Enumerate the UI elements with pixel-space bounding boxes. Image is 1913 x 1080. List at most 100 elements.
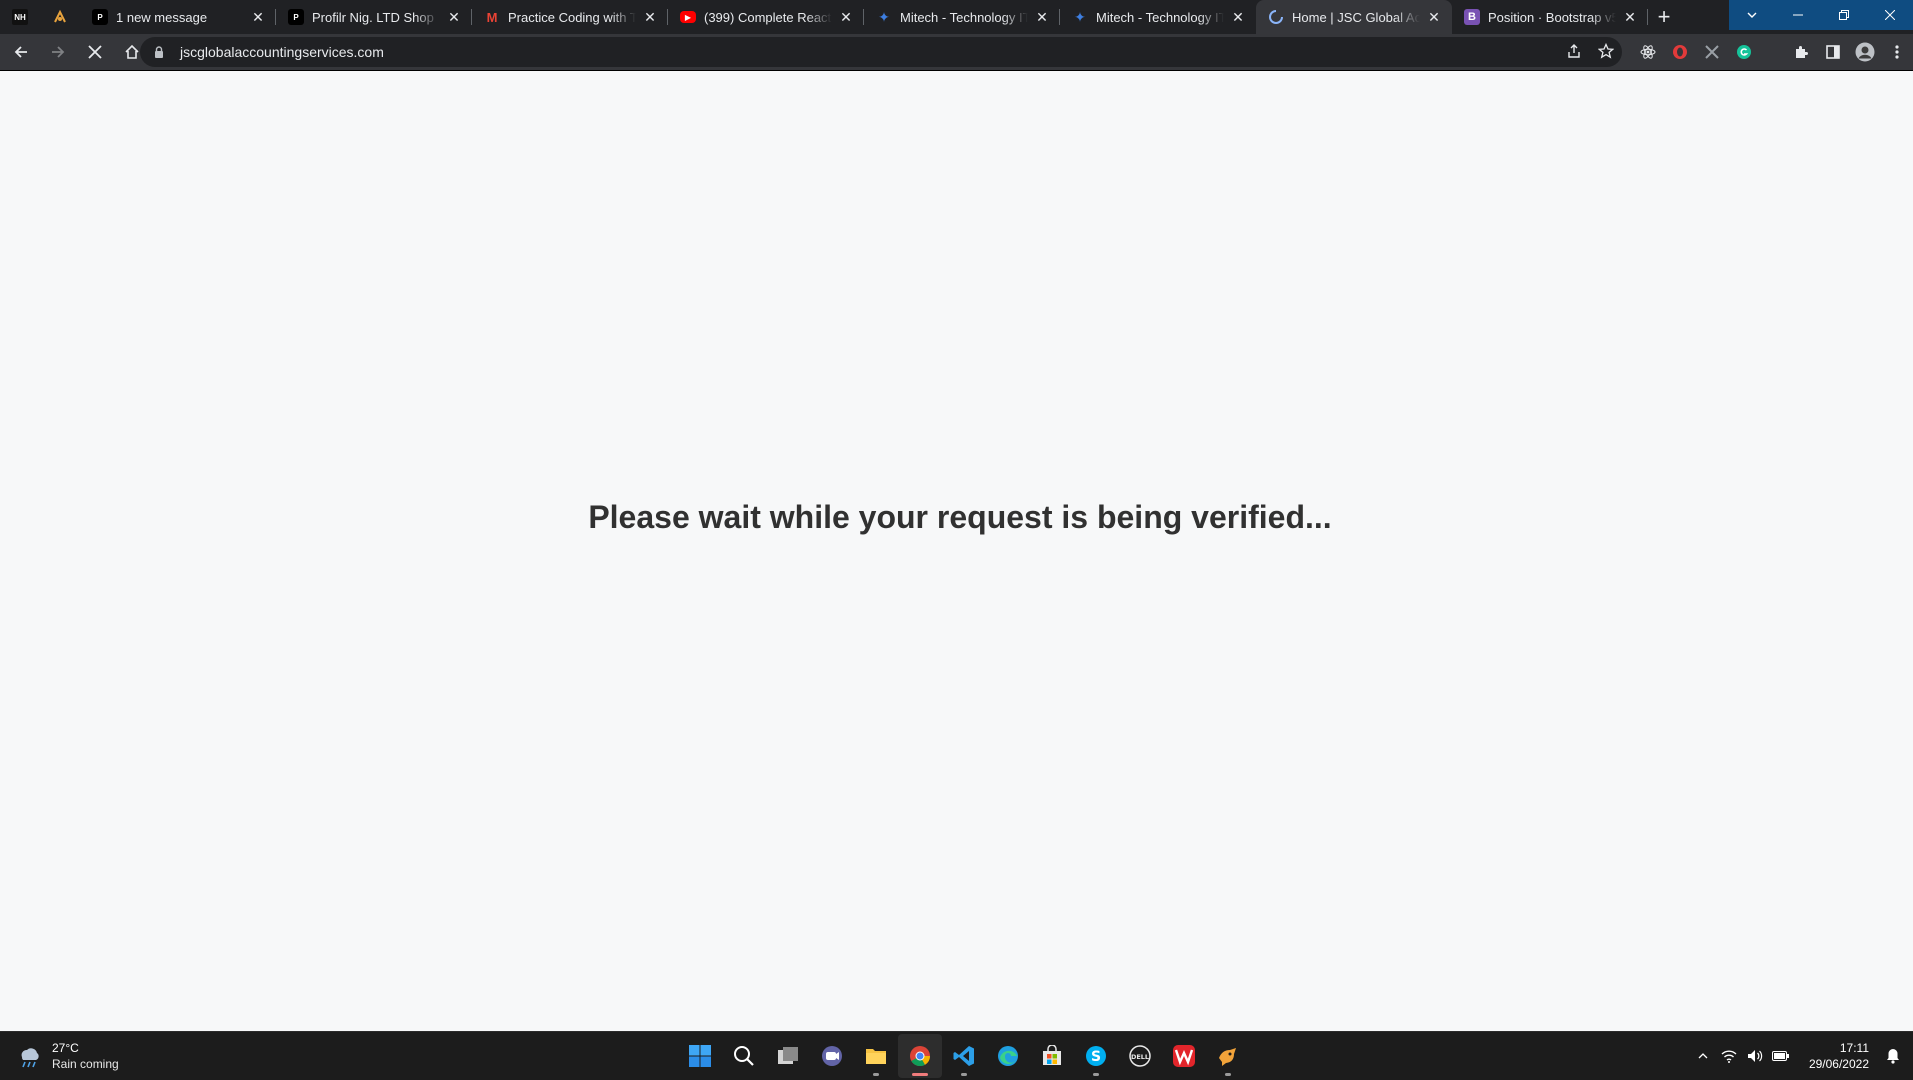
tab-2[interactable]: P Profilr Nig. LTD Shop ✕ <box>276 0 472 34</box>
running-indicator <box>873 1073 879 1076</box>
extensions-puzzle-icon[interactable] <box>1785 36 1817 68</box>
share-icon[interactable] <box>1566 43 1582 62</box>
restore-icon <box>1839 10 1849 20</box>
file-explorer-icon <box>866 1049 886 1064</box>
stop-loading-button[interactable] <box>79 36 111 68</box>
search-icon <box>734 1046 754 1066</box>
mitech-favicon-icon: ✦ <box>1074 8 1086 25</box>
tab-close-icon[interactable]: ✕ <box>1230 9 1246 25</box>
svg-text:DELL: DELL <box>1131 1053 1149 1061</box>
running-indicator <box>961 1073 967 1076</box>
tab-title: Mitech - Technology IT S <box>900 9 1028 25</box>
tab-title: 1 new message <box>116 9 208 25</box>
wps-office-button[interactable] <box>1162 1034 1206 1078</box>
pinned-tab-2[interactable] <box>40 0 80 34</box>
chevron-down-icon <box>1747 12 1757 18</box>
weather-widget[interactable]: 27°C Rain coming <box>16 1038 119 1074</box>
tab-5[interactable]: ✦ Mitech - Technology IT S ✕ <box>864 0 1060 34</box>
notifications-button[interactable] <box>1881 1044 1905 1068</box>
close-window-button[interactable] <box>1867 0 1913 30</box>
taskbar-search-button[interactable] <box>722 1034 766 1078</box>
volume-button[interactable] <box>1743 1044 1767 1068</box>
profilr-favicon-icon: P <box>92 9 108 25</box>
chrome-button[interactable] <box>898 1034 942 1078</box>
tab-close-icon[interactable]: ✕ <box>446 9 462 25</box>
tab-4[interactable]: ▶ (399) Complete React Tu ✕ <box>668 0 864 34</box>
chrome-icon <box>910 1046 931 1067</box>
nh-favicon-icon: NH <box>12 9 28 25</box>
tab-close-icon[interactable]: ✕ <box>250 9 266 25</box>
svg-text:S: S <box>1091 1049 1101 1065</box>
teams-chat-button[interactable] <box>810 1034 854 1078</box>
chevron-up-icon <box>1698 1053 1708 1059</box>
wifi-button[interactable] <box>1717 1044 1741 1068</box>
tab-close-icon[interactable]: ✕ <box>642 9 658 25</box>
address-bar[interactable]: jscglobalaccountingservices.com <box>140 37 1622 67</box>
back-button[interactable] <box>5 36 37 68</box>
vscode-button[interactable] <box>942 1034 986 1078</box>
pinned-favicon-icon <box>54 9 66 23</box>
active-indicator <box>912 1073 928 1076</box>
weather-temperature: 27°C <box>52 1041 79 1055</box>
react-devtools-icon[interactable] <box>1632 36 1664 68</box>
minimize-button[interactable] <box>1775 0 1821 30</box>
wifi-icon <box>1721 1050 1737 1063</box>
mitech-favicon-icon: ✦ <box>878 8 890 25</box>
loading-spinner-icon <box>1268 9 1284 25</box>
verification-message: Please wait while your request is being … <box>588 499 1332 535</box>
new-tab-button[interactable]: + <box>1648 0 1680 34</box>
opera-extension-icon[interactable] <box>1664 36 1696 68</box>
chat-icon <box>822 1046 842 1066</box>
tab-title: Mitech - Technology IT S <box>1096 9 1224 25</box>
grammarly-icon[interactable] <box>1728 36 1760 68</box>
minimize-icon <box>1793 14 1803 16</box>
tab-title: Practice Coding with Tim <box>508 9 636 25</box>
running-indicator <box>1093 1073 1099 1076</box>
extensions-area <box>1632 34 1760 70</box>
tab-close-icon[interactable]: ✕ <box>1622 9 1638 25</box>
arrow-left-icon <box>14 46 27 58</box>
menu-kebab-icon[interactable] <box>1881 36 1913 68</box>
tab-close-icon[interactable]: ✕ <box>1034 9 1050 25</box>
bookmark-star-icon[interactable] <box>1597 42 1615 62</box>
start-button[interactable] <box>678 1034 722 1078</box>
x-extension-icon[interactable] <box>1696 36 1728 68</box>
restore-button[interactable] <box>1821 0 1867 30</box>
show-hidden-icons-button[interactable] <box>1691 1044 1715 1068</box>
dell-button[interactable]: DELL <box>1118 1034 1162 1078</box>
close-icon <box>88 45 102 59</box>
tab-search-button[interactable] <box>1729 0 1775 30</box>
forward-button[interactable] <box>42 36 74 68</box>
battery-button[interactable] <box>1769 1044 1793 1068</box>
file-explorer-button[interactable] <box>854 1034 898 1078</box>
tab-close-icon[interactable]: ✕ <box>1426 9 1442 25</box>
tab-3[interactable]: M Practice Coding with Tim ✕ <box>472 0 668 34</box>
tab-close-icon[interactable]: ✕ <box>838 9 854 25</box>
tab-8[interactable]: B Position · Bootstrap v5.0 ✕ <box>1452 0 1648 34</box>
tab-1[interactable]: P 1 new message ✕ <box>80 0 276 34</box>
skype-button[interactable]: S <box>1074 1034 1118 1078</box>
avatar[interactable] <box>1849 36 1881 68</box>
gmail-favicon-icon: M <box>486 9 498 25</box>
tab-7-active[interactable]: Home | JSC Global Acco ✕ <box>1256 0 1452 34</box>
tab-title: Position · Bootstrap v5.0 <box>1488 9 1616 25</box>
pinned-tab-1[interactable]: NH <box>0 0 40 34</box>
app-button[interactable] <box>1206 1034 1250 1078</box>
page-viewport: Please wait while your request is being … <box>0 71 1913 1031</box>
profilr-favicon-icon: P <box>288 9 304 25</box>
edge-button[interactable] <box>986 1034 1030 1078</box>
store-button[interactable] <box>1030 1034 1074 1078</box>
side-panel-icon[interactable] <box>1817 36 1849 68</box>
home-icon <box>125 44 139 59</box>
tab-strip: NH P 1 new message ✕ P Profilr Nig. LTD … <box>0 0 1913 34</box>
task-view-button[interactable] <box>766 1034 810 1078</box>
tab-6[interactable]: ✦ Mitech - Technology IT S ✕ <box>1060 0 1256 34</box>
profile-area <box>1785 34 1913 70</box>
clock[interactable]: 17:11 29/06/2022 <box>1809 1040 1869 1072</box>
rain-cloud-icon <box>21 1048 39 1068</box>
url-text: jscglobalaccountingservices.com <box>180 44 384 60</box>
lock-icon <box>154 46 168 58</box>
task-view-icon <box>778 1047 798 1064</box>
store-icon <box>1043 1045 1061 1065</box>
windows-start-icon <box>689 1045 711 1067</box>
